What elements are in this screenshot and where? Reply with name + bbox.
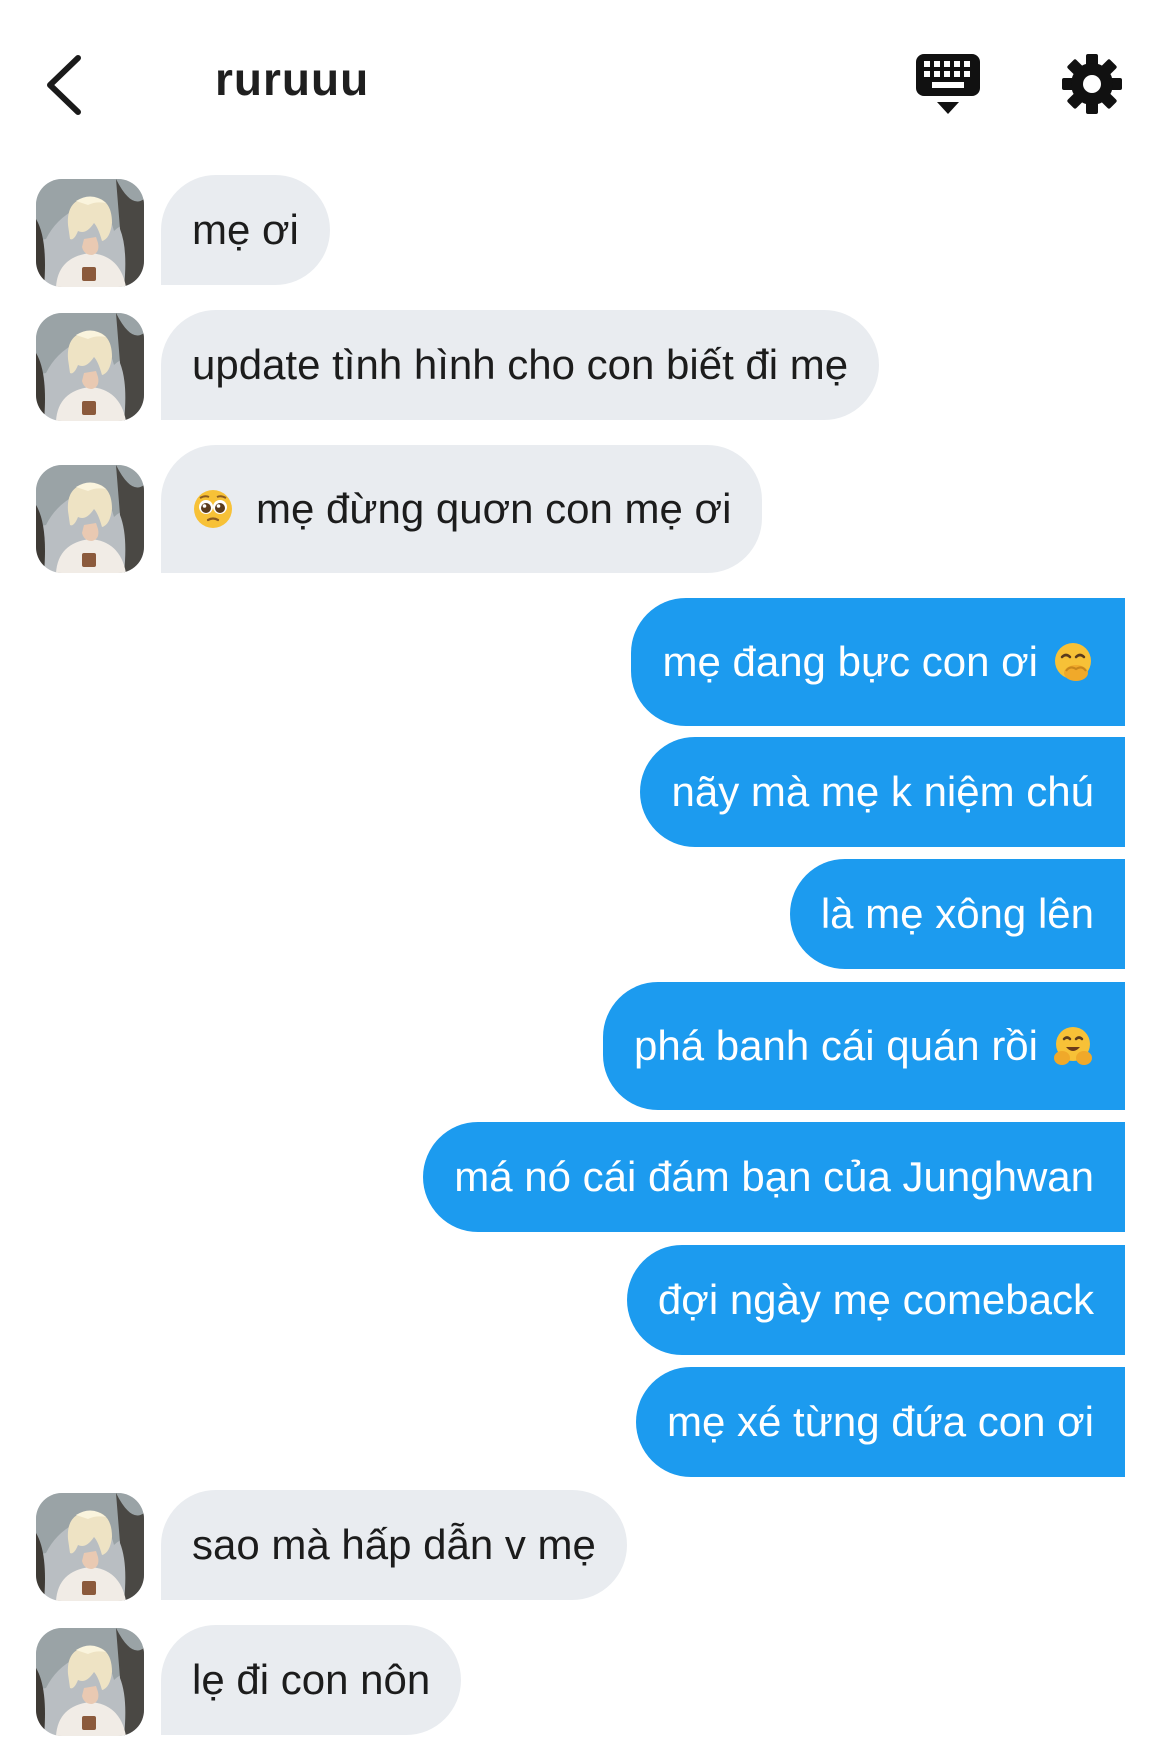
- chat-header: ruruuu: [0, 0, 1170, 165]
- incoming-message-bubble[interactable]: sao mà hấp dẫn v mẹ: [161, 1490, 627, 1600]
- message-text: phá banh cái quán rồi: [634, 1022, 1038, 1069]
- contact-avatar[interactable]: [36, 1628, 144, 1736]
- contact-avatar[interactable]: [36, 313, 144, 421]
- message-text: nãy mà mẹ k niệm chú: [671, 768, 1094, 815]
- message-text: mẹ đang bực con ơi: [662, 638, 1038, 685]
- message-text: mẹ ơi: [192, 206, 299, 253]
- message-text: đợi ngày mẹ comeback: [657, 1276, 1094, 1323]
- contact-name[interactable]: ruruuu: [215, 52, 369, 106]
- message-text: mẹ đừng quơn con mẹ ơi: [256, 485, 732, 532]
- contact-avatar[interactable]: [36, 1493, 144, 1601]
- hugging-face-icon: [1052, 1025, 1094, 1067]
- message-text: sao mà hấp dẫn v mẹ: [192, 1521, 596, 1568]
- chevron-left-icon: [47, 55, 81, 115]
- message-text: mẹ xé từng đứa con ơi: [667, 1398, 1094, 1445]
- outgoing-message-bubble[interactable]: má nó cái đám bạn của Junghwan: [423, 1122, 1125, 1232]
- settings-button[interactable]: [1060, 52, 1124, 116]
- keyboard-icon: [916, 54, 980, 114]
- pleading-face-icon: [192, 488, 234, 530]
- incoming-message-bubble[interactable]: mẹ ơi: [161, 175, 330, 285]
- message-text: update tình hình cho con biết đi mẹ: [192, 341, 849, 388]
- face-with-hand-over-mouth-icon: [1052, 641, 1094, 683]
- outgoing-message-bubble[interactable]: mẹ xé từng đứa con ơi: [636, 1367, 1125, 1477]
- outgoing-message-bubble[interactable]: nãy mà mẹ k niệm chú: [640, 737, 1125, 847]
- gear-icon: [1062, 54, 1122, 114]
- message-text: lẹ đi con nôn: [192, 1656, 431, 1703]
- incoming-message-bubble[interactable]: lẹ đi con nôn: [161, 1625, 462, 1735]
- outgoing-message-bubble[interactable]: là mẹ xông lên: [789, 859, 1125, 969]
- message-text: là mẹ xông lên: [820, 890, 1094, 937]
- outgoing-message-bubble[interactable]: mẹ đang bực con ơi: [631, 598, 1125, 726]
- incoming-message-bubble[interactable]: update tình hình cho con biết đi mẹ: [161, 310, 880, 420]
- incoming-message-bubble[interactable]: mẹ đừng quơn con mẹ ơi: [161, 445, 763, 573]
- contact-avatar[interactable]: [36, 465, 144, 573]
- message-text: má nó cái đám bạn của Junghwan: [454, 1153, 1094, 1200]
- contact-avatar[interactable]: [36, 179, 144, 287]
- keyboard-button[interactable]: [915, 52, 981, 118]
- back-button[interactable]: [40, 50, 90, 120]
- outgoing-message-bubble[interactable]: phá banh cái quán rồi: [603, 982, 1125, 1110]
- outgoing-message-bubble[interactable]: đợi ngày mẹ comeback: [626, 1245, 1125, 1355]
